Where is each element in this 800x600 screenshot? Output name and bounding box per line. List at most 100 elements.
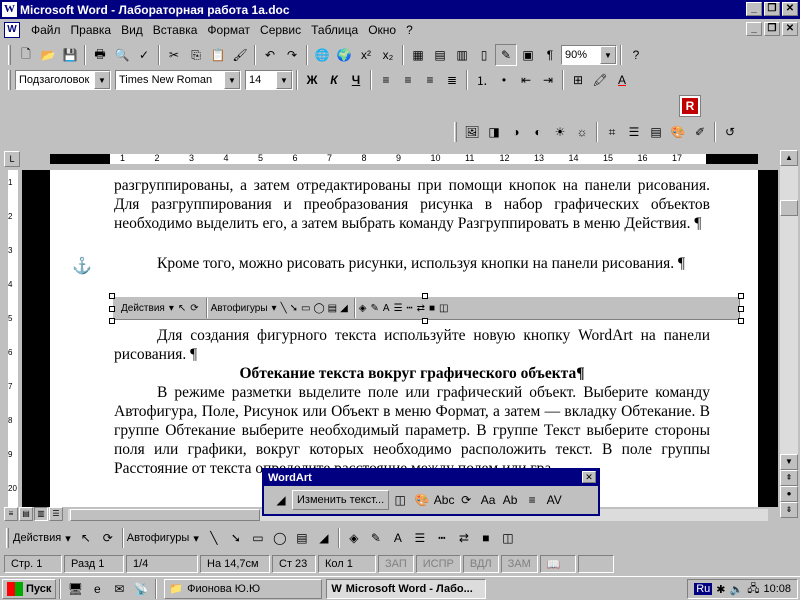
line-style-icon[interactable]: ☰	[409, 527, 431, 549]
3d-icon[interactable]: ◫	[497, 527, 519, 549]
title-bar[interactable]: W Microsoft Word - Лабораторная работа 1…	[0, 0, 800, 19]
rectangle-icon[interactable]: ▭	[247, 527, 269, 549]
paragraph-4[interactable]: В режиме разметки выделите поле или граф…	[114, 383, 710, 478]
hyperlink-icon[interactable]: 🌐	[311, 44, 333, 66]
copy-icon[interactable]: ⎘	[185, 44, 207, 66]
menu-view[interactable]: Вид	[116, 23, 148, 37]
office-assistant-icon[interactable]: ?	[625, 44, 647, 66]
image-control-icon[interactable]: ◨	[483, 121, 505, 143]
text-box-icon[interactable]: ▤	[328, 303, 337, 314]
hscroll-thumb[interactable]	[70, 509, 260, 521]
status-rec[interactable]: ЗАП	[378, 555, 414, 573]
paragraph-1[interactable]: разгруппированы, а затем отредактированы…	[114, 176, 710, 233]
style-select[interactable]: Подзаголовок ▼	[15, 70, 111, 90]
line-color-icon[interactable]: ✎	[365, 527, 387, 549]
free-rotate-icon[interactable]: ⟳	[455, 489, 477, 511]
normal-view-icon[interactable]: ≡	[4, 507, 18, 521]
edit-text-button[interactable]: Изменить текст...	[292, 490, 390, 510]
reviewing-toolbar-icon[interactable]: R	[679, 95, 701, 117]
tab-selector[interactable]: L	[4, 151, 20, 167]
chevron-down-icon[interactable]: ▼	[224, 71, 240, 89]
embedded-drawing-toolbar[interactable]: Действия ▾ ↖ ⟳ Автофигуры ▾ ╲ ➘ ▭ ◯ ▤ ◢ …	[112, 296, 740, 320]
font-size-select[interactable]: 14 ▼	[245, 70, 293, 90]
decrease-indent-icon[interactable]: ⇤	[515, 69, 537, 91]
menu-file[interactable]: Файл	[26, 23, 66, 37]
vertical-scrollbar[interactable]: ▲ ▼ ⇞ ● ⇟	[780, 150, 798, 518]
chevron-down-icon[interactable]: ▾	[193, 532, 199, 545]
wordart-title-bar[interactable]: WordArt	[264, 470, 598, 486]
menu-table[interactable]: Таблица	[306, 23, 363, 37]
select-objects-icon[interactable]: ↖	[178, 303, 186, 314]
numbering-icon[interactable]: ⒈	[471, 69, 493, 91]
arrow-icon[interactable]: ➘	[290, 303, 298, 314]
line-icon[interactable]: ╲	[203, 527, 225, 549]
arrow-icon[interactable]: ➘	[225, 527, 247, 549]
toolbar-grip[interactable]	[6, 528, 9, 548]
more-brightness-icon[interactable]: ☀	[549, 121, 571, 143]
undo-icon[interactable]: ↶	[259, 44, 281, 66]
wordart-gallery-icon[interactable]: ◫	[389, 489, 411, 511]
doc-close-button[interactable]: ✕	[782, 22, 798, 36]
superscript-icon[interactable]: x²	[355, 44, 377, 66]
font-color-icon[interactable]: A	[387, 527, 409, 549]
next-page-icon[interactable]: ⇟	[780, 502, 798, 518]
internet-explorer-icon[interactable]: e	[86, 578, 108, 600]
paragraph-2[interactable]: Кроме того, можно рисовать рисунки, испо…	[114, 254, 710, 273]
3d-icon[interactable]: ◫	[439, 303, 448, 314]
menu-tools[interactable]: Сервис	[255, 23, 306, 37]
underline-button[interactable]: Ч	[345, 69, 367, 91]
wordart-close-button[interactable]: ✕	[582, 471, 596, 483]
scroll-up-icon[interactable]: ▲	[780, 150, 798, 166]
channels-icon[interactable]: 📡	[130, 578, 152, 600]
less-brightness-icon[interactable]: ☼	[571, 121, 593, 143]
less-contrast-icon[interactable]: ◐	[527, 121, 549, 143]
doc-restore-button[interactable]: ❐	[764, 22, 780, 36]
close-button[interactable]: ✕	[782, 2, 798, 16]
line-style-icon[interactable]: ☰	[623, 121, 645, 143]
save-icon[interactable]: 💾	[59, 44, 81, 66]
highlight-icon[interactable]: 🖍	[589, 69, 611, 91]
borders-icon[interactable]: ⊞	[567, 69, 589, 91]
arrow-style-icon[interactable]: ⇄	[417, 303, 425, 314]
align-center-icon[interactable]: ≡	[397, 69, 419, 91]
clock[interactable]: 10:08	[763, 583, 791, 595]
show-hide-icon[interactable]: ¶	[539, 44, 561, 66]
chevron-down-icon[interactable]: ▾	[65, 532, 71, 545]
toolbar-grip[interactable]	[8, 45, 11, 65]
rectangle-icon[interactable]: ▭	[301, 303, 310, 314]
restore-button[interactable]: ❐	[764, 2, 780, 16]
line-color-icon[interactable]: ✎	[371, 303, 379, 314]
taskbar-word[interactable]: W Microsoft Word - Лабо...	[326, 578, 487, 599]
wordart-icon[interactable]: ◢	[313, 527, 335, 549]
alignment-icon[interactable]: ≡	[521, 489, 543, 511]
redo-icon[interactable]: ↷	[281, 44, 303, 66]
menu-edit[interactable]: Правка	[66, 23, 117, 37]
drawing-icon[interactable]: ✎	[495, 44, 517, 66]
document-page[interactable]: ⚓ разгруппированы, а затем отредактирова…	[50, 170, 758, 508]
align-right-icon[interactable]: ≡	[419, 69, 441, 91]
justify-icon[interactable]: ≣	[441, 69, 463, 91]
shadow-icon[interactable]: ■	[475, 527, 497, 549]
insert-excel-icon[interactable]: ▥	[451, 44, 473, 66]
tables-borders-icon[interactable]: ▦	[407, 44, 429, 66]
crop-icon[interactable]: ⌗	[601, 121, 623, 143]
free-rotate-icon[interactable]: ⟳	[190, 303, 198, 314]
open-folder-icon[interactable]: 📂	[37, 44, 59, 66]
previous-page-icon[interactable]: ⇞	[780, 470, 798, 486]
insert-table-icon[interactable]: ▤	[429, 44, 451, 66]
menu-format[interactable]: Формат	[202, 23, 255, 37]
dash-style-icon[interactable]: ┅	[407, 303, 413, 314]
menu-help[interactable]: ?	[401, 23, 418, 37]
online-layout-icon[interactable]: ▤	[19, 507, 33, 521]
align-left-icon[interactable]: ≡	[375, 69, 397, 91]
language-indicator[interactable]: Ru	[694, 583, 713, 595]
section-heading[interactable]: Обтекание текста вокруг графического объ…	[114, 364, 710, 383]
italic-button[interactable]: К	[323, 69, 345, 91]
arrow-style-icon[interactable]: ⇄	[453, 527, 475, 549]
character-spacing-icon[interactable]: AV	[543, 489, 565, 511]
increase-indent-icon[interactable]: ⇥	[537, 69, 559, 91]
dash-style-icon[interactable]: ┅	[431, 527, 453, 549]
scroll-thumb[interactable]	[780, 200, 798, 216]
menu-window[interactable]: Окно	[363, 23, 401, 37]
outline-view-icon[interactable]: ☰	[49, 507, 63, 521]
